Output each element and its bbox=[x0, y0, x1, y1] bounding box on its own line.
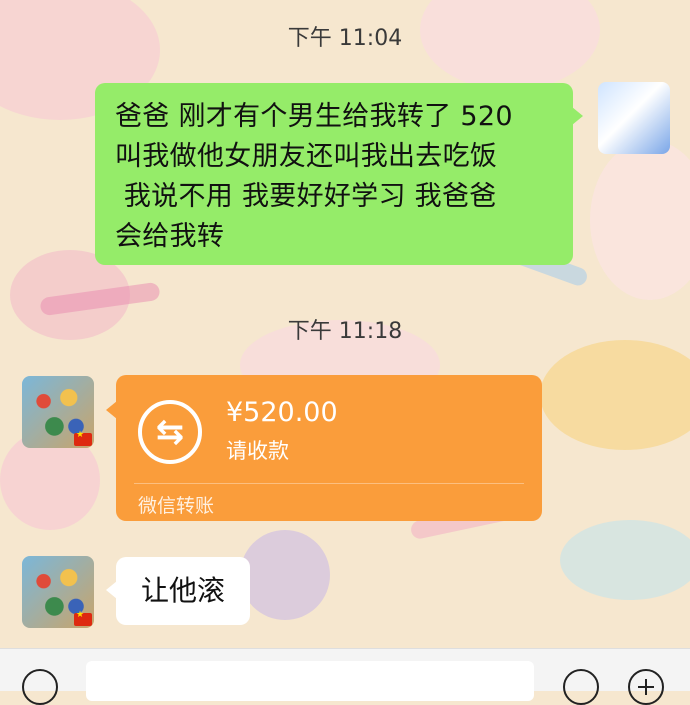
voice-icon[interactable] bbox=[22, 669, 58, 705]
dad-avatar[interactable] bbox=[22, 556, 94, 628]
emoji-icon[interactable] bbox=[563, 669, 599, 705]
transfer-amount: ¥520.00 bbox=[226, 397, 338, 428]
plus-icon[interactable] bbox=[628, 669, 664, 705]
card-divider bbox=[134, 483, 524, 484]
china-flag-icon bbox=[74, 430, 92, 446]
transfer-status: 请收款 bbox=[226, 439, 289, 463]
timestamp: 下午 11:18 bbox=[287, 319, 403, 344]
outgoing-message-bubble[interactable]: 爸爸 刚才有个男生给我转了 520 叫我做他女朋友还叫我出去吃饭 我说不用 我要… bbox=[95, 83, 583, 265]
message-text: 让他滚 bbox=[140, 574, 225, 607]
message-text-line: 叫我做他女朋友还叫我出去吃饭 bbox=[115, 141, 498, 172]
timestamp: 下午 11:04 bbox=[287, 26, 403, 51]
transfer-label: 微信转账 bbox=[138, 495, 215, 517]
incoming-message-bubble[interactable]: 让他滚 bbox=[106, 557, 250, 625]
message-input[interactable] bbox=[86, 661, 534, 701]
message-text-line: 爸爸 刚才有个男生给我转了 520 bbox=[115, 101, 513, 132]
dad-avatar[interactable] bbox=[22, 376, 94, 448]
transfer-arrows-icon: ⇆ bbox=[138, 400, 202, 464]
china-flag-icon bbox=[74, 610, 92, 626]
my-avatar[interactable] bbox=[598, 82, 670, 154]
message-text-line: 我说不用 我要好好学习 我爸爸 bbox=[115, 181, 497, 212]
input-bar bbox=[0, 648, 690, 705]
wechat-transfer-card[interactable]: ⇆ ¥520.00 请收款 微信转账 bbox=[106, 375, 542, 521]
message-text-line: 会给我转 bbox=[115, 221, 225, 252]
